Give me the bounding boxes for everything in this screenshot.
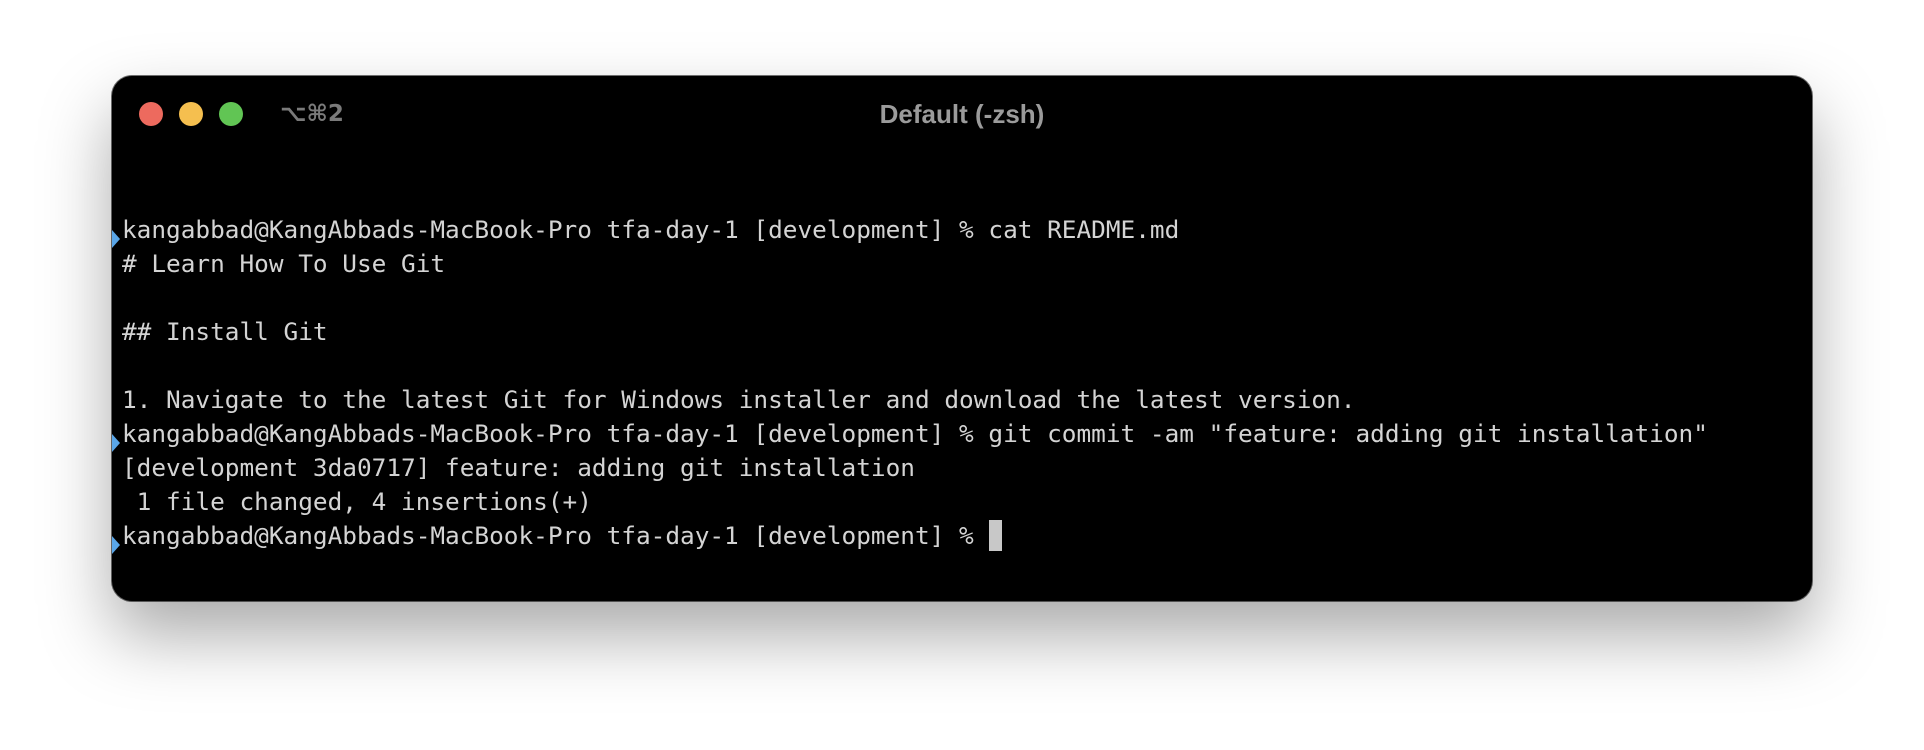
- window-title: Default (-zsh): [879, 99, 1045, 129]
- prompt-text: kangabbad@KangAbbads-MacBook-Pro tfa-day…: [122, 521, 989, 550]
- text-cursor: [989, 520, 1003, 551]
- terminal-line: [development 3da0717] feature: adding gi…: [122, 453, 915, 482]
- terminal-window: ⌥⌘2 Default (-zsh) kangabbad@KangAbbads-…: [112, 76, 1812, 601]
- prompt-marker-icon: [112, 536, 120, 554]
- terminal-line: kangabbad@KangAbbads-MacBook-Pro tfa-day…: [122, 419, 1708, 448]
- terminal-prompt-line[interactable]: kangabbad@KangAbbads-MacBook-Pro tfa-day…: [122, 519, 1003, 553]
- title-bar[interactable]: ⌥⌘2 Default (-zsh): [112, 76, 1812, 152]
- terminal-line: 1. Navigate to the latest Git for Window…: [122, 385, 1356, 414]
- prompt-marker-icon: [112, 230, 120, 248]
- prompt-marker-icon: [112, 434, 120, 452]
- terminal-line: ## Install Git: [122, 317, 328, 346]
- terminal-line: # Learn How To Use Git: [122, 249, 446, 278]
- terminal-line: 1 file changed, 4 insertions(+): [122, 487, 592, 516]
- terminal-line: kangabbad@KangAbbads-MacBook-Pro tfa-day…: [122, 215, 1180, 244]
